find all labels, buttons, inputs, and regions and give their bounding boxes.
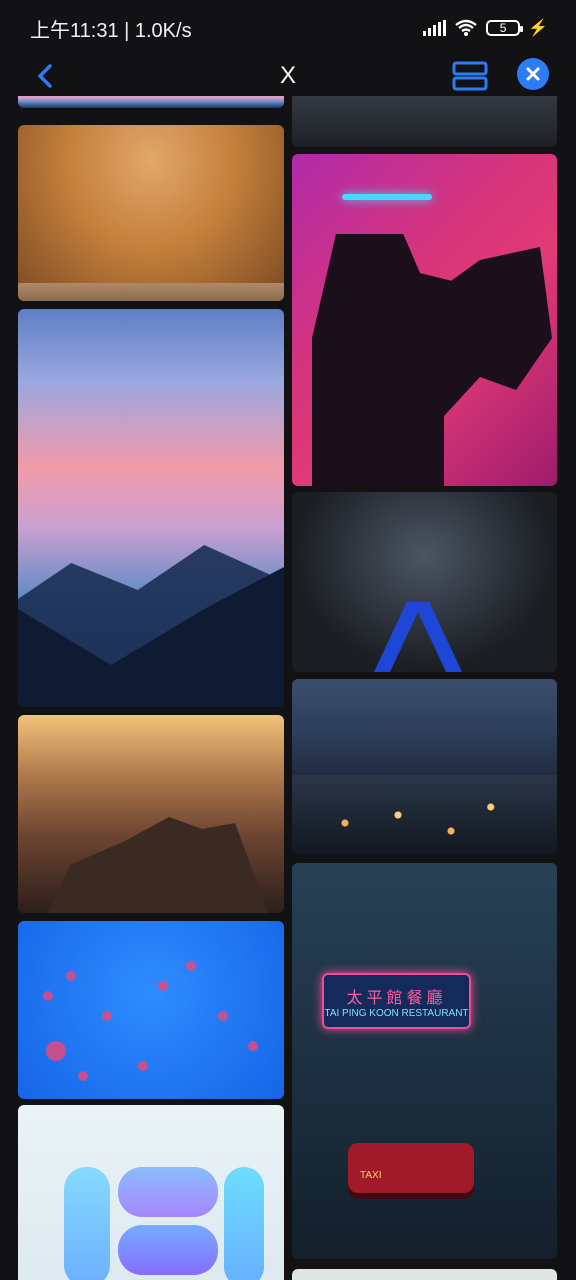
rock-formation <box>48 817 268 913</box>
glass-shape <box>118 1225 218 1275</box>
sign-chinese-text: 太平館餐廳 <box>346 989 447 1007</box>
partial-top-left-photo[interactable] <box>18 96 284 108</box>
sandstone-cave-photo[interactable] <box>18 125 284 301</box>
chevron-left-icon[interactable] <box>30 60 62 92</box>
camera-operator-silhouette <box>312 234 552 486</box>
glass-shape <box>64 1167 110 1280</box>
battery-icon: 5 <box>486 20 524 36</box>
glass-shape <box>118 1167 218 1217</box>
charging-icon: ⚡ <box>528 20 548 37</box>
page-title: X <box>279 62 296 89</box>
close-icon <box>526 67 540 81</box>
neon-restaurant-sign: 太平館餐廳 TAI PING KOON RESTAURANT <box>322 973 471 1029</box>
wifi-icon <box>455 19 477 36</box>
desert-rock-landscape-photo[interactable] <box>18 715 284 913</box>
neon-camera-operator-photo[interactable] <box>292 154 557 486</box>
signal-icon <box>423 20 447 36</box>
glass-logo-render-photo[interactable] <box>18 1105 284 1280</box>
glass-shape <box>224 1167 264 1280</box>
dark-ocean-photo[interactable] <box>292 96 557 147</box>
image-grid[interactable]: 太平館餐廳 TAI PING KOON RESTAURANT TAXI <box>0 96 576 1280</box>
sign-english-text: TAI PING KOON RESTAURANT <box>324 1007 469 1019</box>
taxi-label: TAXI <box>360 1170 382 1181</box>
layout-rows-icon[interactable] <box>452 60 488 92</box>
city-night-photo[interactable] <box>292 679 557 855</box>
app-bar: X <box>0 56 576 96</box>
status-time-speed: 上午11:31 | 1.0K/s <box>30 19 192 42</box>
blue-rail <box>413 602 467 672</box>
status-bar: 上午11:31 | 1.0K/s 5 ⚡ <box>0 0 576 56</box>
city-lights <box>292 775 557 855</box>
neon-light <box>342 194 432 200</box>
status-icons: 5 ⚡ <box>423 18 548 38</box>
jellyfish-blue-photo[interactable] <box>18 921 284 1099</box>
red-taxi: TAXI <box>348 1143 474 1193</box>
pink-sunset-mountains-photo[interactable] <box>18 309 284 707</box>
subway-tunnel-photo[interactable] <box>292 492 557 672</box>
close-button[interactable] <box>517 58 549 90</box>
partial-bottom-photo[interactable] <box>292 1269 557 1280</box>
tai-ping-koon-street-photo[interactable]: 太平館餐廳 TAI PING KOON RESTAURANT TAXI <box>292 863 557 1259</box>
battery-level: 5 <box>499 21 507 35</box>
blue-rail <box>369 602 423 672</box>
